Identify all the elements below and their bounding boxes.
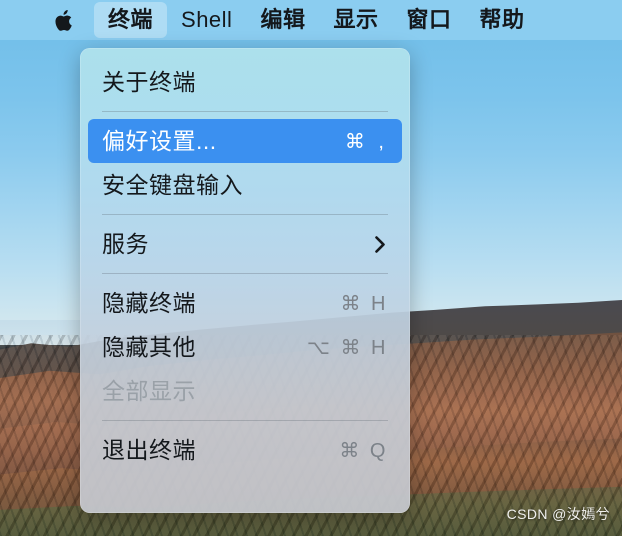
menu-separator [102, 111, 388, 112]
menu-item-label: 服务 [102, 231, 149, 257]
terminal-menu-dropdown: 关于终端 偏好设置... ⌘ , 安全键盘输入 服务 隐藏终端 ⌘ H 隐藏其他… [80, 48, 410, 513]
menu-item-label: 关于终端 [102, 69, 196, 95]
menubar-item-help[interactable]: 帮助 [465, 2, 538, 38]
menubar-item-terminal[interactable]: 终端 [94, 2, 168, 38]
menu-item-label: 退出终端 [102, 437, 196, 463]
menu-separator [102, 214, 388, 215]
menu-item-label: 安全键盘输入 [102, 172, 243, 198]
menu-item-shortcut: ⌘ H [340, 292, 388, 315]
menu-item-shortcut: ⌥ ⌘ H [306, 336, 388, 359]
menubar-item-view[interactable]: 显示 [319, 2, 392, 38]
menu-item-quit-terminal[interactable]: 退出终端 ⌘ Q [88, 428, 402, 472]
menu-item-label: 偏好设置... [102, 128, 217, 154]
menu-item-label: 全部显示 [102, 378, 196, 404]
menu-item-shortcut: ⌘ Q [339, 439, 388, 462]
menu-item-preferences[interactable]: 偏好设置... ⌘ , [88, 119, 402, 163]
menu-item-services[interactable]: 服务 [88, 222, 402, 266]
chevron-right-icon [373, 234, 388, 255]
menubar-item-window[interactable]: 窗口 [392, 2, 465, 38]
menu-separator [102, 273, 388, 274]
menu-item-show-all: 全部显示 [88, 369, 402, 413]
watermark: CSDN @汝嫣兮 [506, 506, 610, 522]
menu-item-label: 隐藏终端 [102, 290, 196, 316]
menu-bar: 终端 Shell 编辑 显示 窗口 帮助 [0, 0, 622, 40]
menubar-item-edit[interactable]: 编辑 [246, 2, 319, 38]
menu-item-hide-others[interactable]: 隐藏其他 ⌥ ⌘ H [88, 325, 402, 369]
menu-separator [102, 420, 388, 421]
menu-item-secure-keyboard-entry[interactable]: 安全键盘输入 [88, 163, 402, 207]
menu-item-about-terminal[interactable]: 关于终端 [88, 60, 402, 104]
menu-item-hide-terminal[interactable]: 隐藏终端 ⌘ H [88, 281, 402, 325]
menu-item-shortcut: ⌘ , [344, 130, 388, 153]
apple-logo-icon[interactable] [52, 6, 74, 34]
menu-item-label: 隐藏其他 [102, 334, 196, 360]
menubar-item-shell[interactable]: Shell [167, 2, 246, 38]
